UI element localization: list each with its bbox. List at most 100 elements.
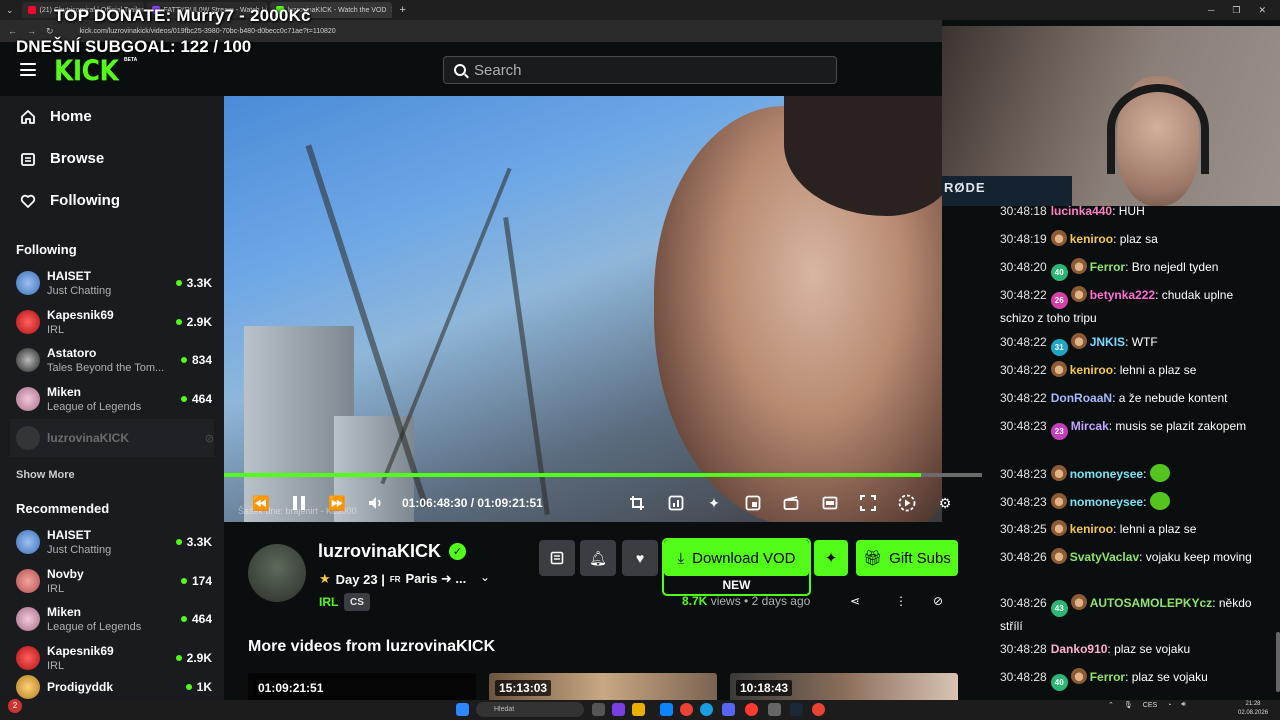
app-icon[interactable] [612,703,625,716]
pip-icon[interactable] [744,494,762,512]
volume-icon[interactable] [367,494,385,512]
mic-icon[interactable]: 🎙︎ [1124,701,1133,709]
hide-icon[interactable]: ⊘ [933,594,943,608]
discord-icon[interactable] [722,703,735,716]
chat-username[interactable]: DonRoaaN [1051,391,1112,405]
maximize-icon[interactable]: ❐ [1232,5,1240,16]
chevron-down-icon[interactable]: ⌄ [480,570,490,584]
sidebar-channel[interactable]: Kapesnik69 IRL 2.9K [16,639,212,677]
chat-username[interactable]: JNKIS [1090,335,1125,349]
follow-heart-button[interactable]: ♥ [622,540,658,576]
task-view-icon[interactable] [592,703,605,716]
chat-username[interactable]: nomoneysee [1070,495,1143,509]
sidebar-item-home[interactable]: Home [20,108,92,125]
chat-username[interactable]: keniroo [1070,522,1113,536]
chat-username[interactable]: SvatyVaclav [1070,550,1139,564]
video-player[interactable] [224,96,942,522]
chat-username[interactable]: Mircak [1071,419,1109,433]
taskbar-clock[interactable]: 21:28 02.08.2026 [1238,700,1268,718]
chat-username[interactable]: nomoneysee [1070,467,1143,481]
sidebar-channel[interactable]: Astatoro Tales Beyond the Tom... 834 [16,341,212,379]
cinema-icon[interactable] [782,494,800,512]
sidebar-item-following[interactable]: Following [20,192,120,209]
stats-icon[interactable] [667,494,685,512]
chat-username[interactable]: Ferror [1090,670,1125,684]
sidebar-channel[interactable]: Prodigyddk 1K [16,675,212,699]
fullscreen-icon[interactable] [859,494,877,512]
chat-username[interactable]: keniroo [1070,232,1113,246]
sidebar-channel[interactable]: Miken League of Legends 464 [16,380,212,418]
monkey-badge-icon [1070,333,1087,349]
pause-icon[interactable] [290,494,308,512]
back-icon[interactable]: ← [8,26,17,37]
minimize-icon[interactable]: ─ [1208,5,1214,16]
app-icon[interactable] [745,703,758,716]
file-explorer-icon[interactable] [632,703,645,716]
chat-username[interactable]: lucinka440 [1051,204,1112,218]
seek-bar[interactable] [224,473,982,477]
reload-icon[interactable]: ↻ [46,26,54,37]
rewind-icon[interactable]: ⏪ [252,494,270,512]
url-field[interactable]: kick.com/luzrovinakick/videos/019fbc25-3… [80,28,336,35]
sidebar-channel[interactable]: Kapesnik69 IRL 2.9K [16,303,212,341]
viewer-count: 1K [185,680,212,694]
menu-icon[interactable] [20,63,36,76]
chrome-icon[interactable] [812,703,825,716]
share-icon[interactable]: ⋖ [850,594,860,608]
channel-name: HAISET [47,269,92,283]
steam-icon[interactable] [790,703,803,716]
taskbar-search[interactable]: Hledat [476,702,584,717]
fast-forward-icon[interactable]: ⏩ [328,494,346,512]
video-thumbnail[interactable]: 10:18:43 [730,673,958,700]
chat-username[interactable]: betynka222 [1090,288,1155,302]
close-window-icon[interactable]: ✕ [1258,5,1266,16]
more-options-icon[interactable]: ⋮ [895,594,907,608]
sidebar-channel-current[interactable]: luzrovinaKICK ⊘ [10,419,214,457]
avatar [16,675,40,699]
video-thumbnail[interactable]: 15:13:03 [489,673,717,700]
show-more-button[interactable]: Show More [16,469,75,481]
clock-time: 21:28 [1245,701,1261,707]
transcript-button[interactable] [539,540,575,576]
chat-username[interactable]: AUTOSAMOLEPKYcz [1090,596,1212,610]
wifi-icon[interactable]: ◔ [1167,702,1171,709]
sidebar-item-browse[interactable]: Browse [20,150,104,167]
tab-list-button[interactable]: ⌄ [0,5,20,16]
sidebar-channel[interactable]: Novby IRL 174 [16,562,212,600]
search-input[interactable]: Search [443,56,837,84]
sparkle-icon[interactable]: ✦ [705,494,723,512]
edge-icon[interactable] [700,703,713,716]
sidebar-channel[interactable]: HAISET Just Chatting 3.3K [16,264,212,302]
clip-icon[interactable] [628,494,646,512]
viewer-count-value: 3.3K [186,535,212,549]
category-link[interactable]: IRL [319,595,338,609]
channel-avatar[interactable] [248,544,306,602]
notification-badge[interactable]: 2 [8,699,22,713]
forward-icon[interactable]: → [27,26,36,37]
theater-mode-icon[interactable] [821,494,839,512]
chevron-up-icon[interactable]: ⌃ [1108,701,1114,709]
chat-scrollbar[interactable] [1276,632,1280,692]
notification-bell-button[interactable]: 🔔︎ [580,540,616,576]
sparkle-button[interactable]: ✦ [814,540,848,576]
channel-title[interactable]: luzrovinaKICK ✓ [318,541,467,562]
chat-username[interactable]: Danko910 [1051,642,1108,656]
sidebar-channel[interactable]: HAISET Just Chatting 3.3K [16,523,212,561]
speaker-icon[interactable]: 🔊︎ [1181,701,1185,709]
sidebar-channel[interactable]: Miken League of Legends 464 [16,600,212,638]
keyboard-language[interactable]: CES [1143,702,1157,709]
settings-gear-icon[interactable]: ⚙ [936,494,954,512]
close-icon[interactable]: ✕ [391,6,392,14]
windows-start-icon[interactable] [456,703,469,716]
playback-speed-icon[interactable] [898,494,916,512]
chrome-icon[interactable] [680,703,693,716]
gift-subs-button[interactable]: 🎁︎ Gift Subs [856,540,958,576]
chat-username[interactable]: Ferror [1090,260,1125,274]
kick-logo[interactable]: KICK [54,54,119,87]
download-vod-button[interactable]: ⤓ Download VOD [664,540,809,576]
new-tab-button[interactable]: + [400,4,406,16]
app-icon[interactable] [768,703,781,716]
video-thumbnail[interactable]: 01:09:21:51 [248,673,476,700]
chat-username[interactable]: keniroo [1070,363,1113,377]
app-icon[interactable] [660,703,673,716]
